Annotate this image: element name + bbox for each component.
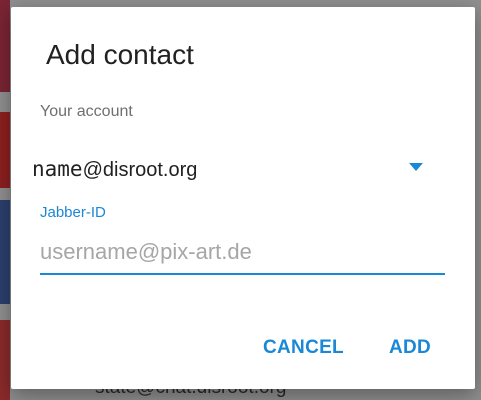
background-avatar xyxy=(0,320,10,400)
account-label: Your account xyxy=(40,103,133,120)
dialog-title: Add contact xyxy=(46,39,194,70)
account-value: name@disroot.org xyxy=(32,157,197,182)
chevron-down-icon[interactable] xyxy=(409,163,423,171)
add-button[interactable]: ADD xyxy=(387,333,433,363)
account-name: name xyxy=(32,157,83,181)
account-select[interactable]: name@disroot.org xyxy=(29,147,449,189)
background-avatar xyxy=(0,112,10,188)
cancel-button[interactable]: CANCEL xyxy=(261,333,346,363)
background-avatar xyxy=(0,0,10,92)
account-domain: @disroot.org xyxy=(82,159,198,181)
jabber-id-input[interactable] xyxy=(40,235,445,275)
jabber-id-label: Jabber-ID xyxy=(40,204,106,221)
add-contact-dialog: Add contact Your account name@disroot.or… xyxy=(11,7,475,389)
background-avatar xyxy=(0,200,10,304)
